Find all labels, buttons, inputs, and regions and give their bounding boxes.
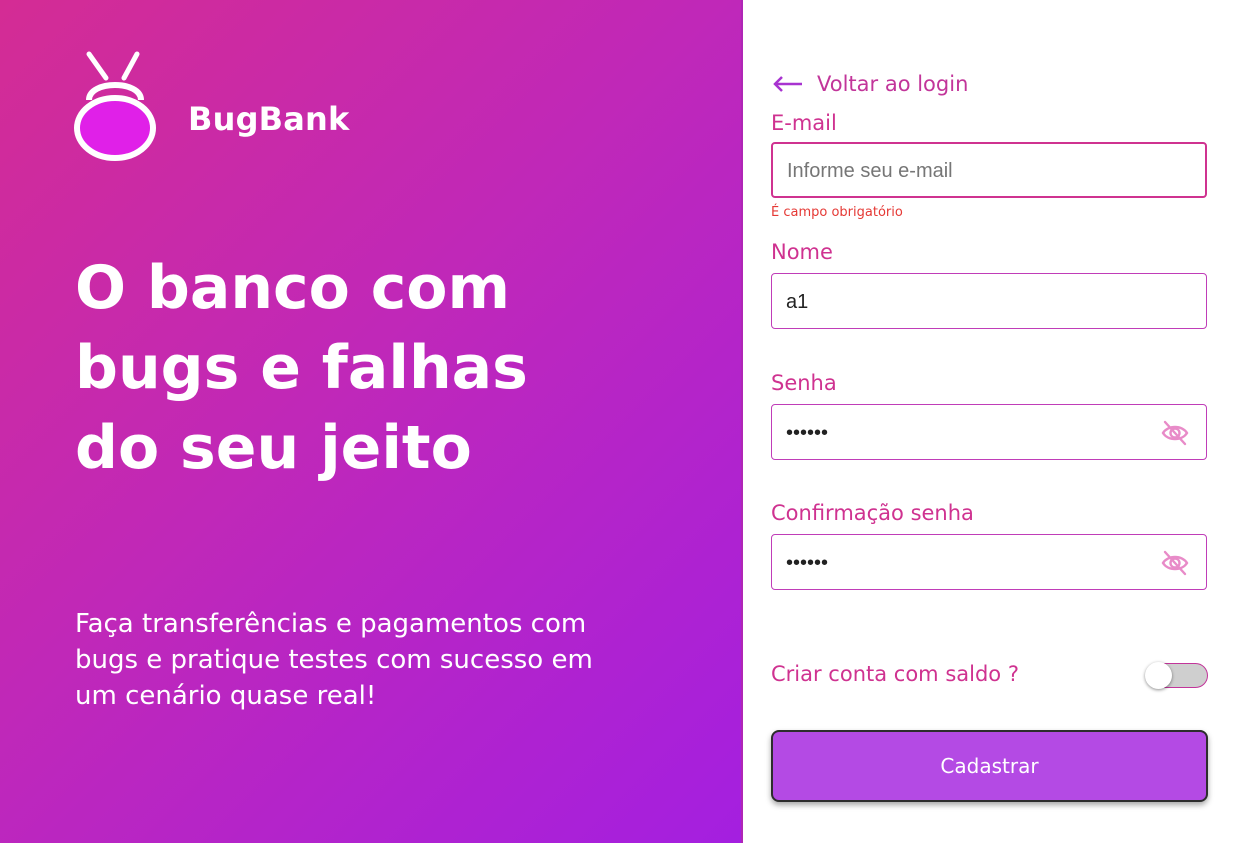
password-confirm-label: Confirmação senha — [771, 501, 974, 525]
password-confirm-field[interactable] — [784, 535, 1148, 591]
brand-name: BugBank — [188, 100, 350, 138]
email-field-box — [771, 142, 1207, 198]
toggle-knob — [1145, 662, 1172, 689]
balance-toggle[interactable] — [1145, 662, 1208, 689]
subtitle-line: um cenário quase real! — [75, 681, 377, 711]
back-label: Voltar ao login — [817, 72, 969, 96]
name-label: Nome — [771, 240, 833, 264]
hero-subtitle: Faça transferências e pagamentos com bug… — [75, 606, 675, 714]
password-field[interactable] — [784, 405, 1148, 461]
hero-headline: O banco com bugs e falhas do seu jeito — [75, 248, 675, 488]
password-field-box — [771, 404, 1207, 461]
register-button[interactable]: Cadastrar — [771, 730, 1208, 802]
password-confirm-field-box — [771, 534, 1207, 591]
headline-line: bugs e falhas — [75, 333, 528, 403]
name-field[interactable] — [784, 274, 1148, 330]
name-field-box — [771, 273, 1207, 330]
eye-slash-icon[interactable] — [1160, 548, 1190, 578]
password-label: Senha — [771, 371, 837, 395]
email-label: E-mail — [771, 111, 837, 135]
email-error: É campo obrigatório — [771, 205, 903, 220]
hero-panel: BugBank O banco com bugs e falhas do seu… — [0, 0, 742, 843]
subtitle-line: bugs e pratique testes com sucesso em — [75, 645, 593, 675]
eye-slash-icon[interactable] — [1160, 418, 1190, 448]
balance-toggle-label: Criar conta com saldo ? — [771, 662, 1019, 686]
headline-line: O banco com — [75, 253, 511, 323]
headline-line: do seu jeito — [75, 413, 472, 483]
subtitle-line: Faça transferências e pagamentos com — [75, 609, 587, 639]
bug-logo-icon — [74, 51, 156, 161]
register-form: Voltar ao login E-mail É campo obrigatór… — [743, 0, 1237, 843]
arrow-left-icon — [773, 76, 802, 92]
back-to-login-link[interactable]: Voltar ao login — [773, 68, 968, 100]
email-field[interactable] — [785, 144, 1149, 198]
